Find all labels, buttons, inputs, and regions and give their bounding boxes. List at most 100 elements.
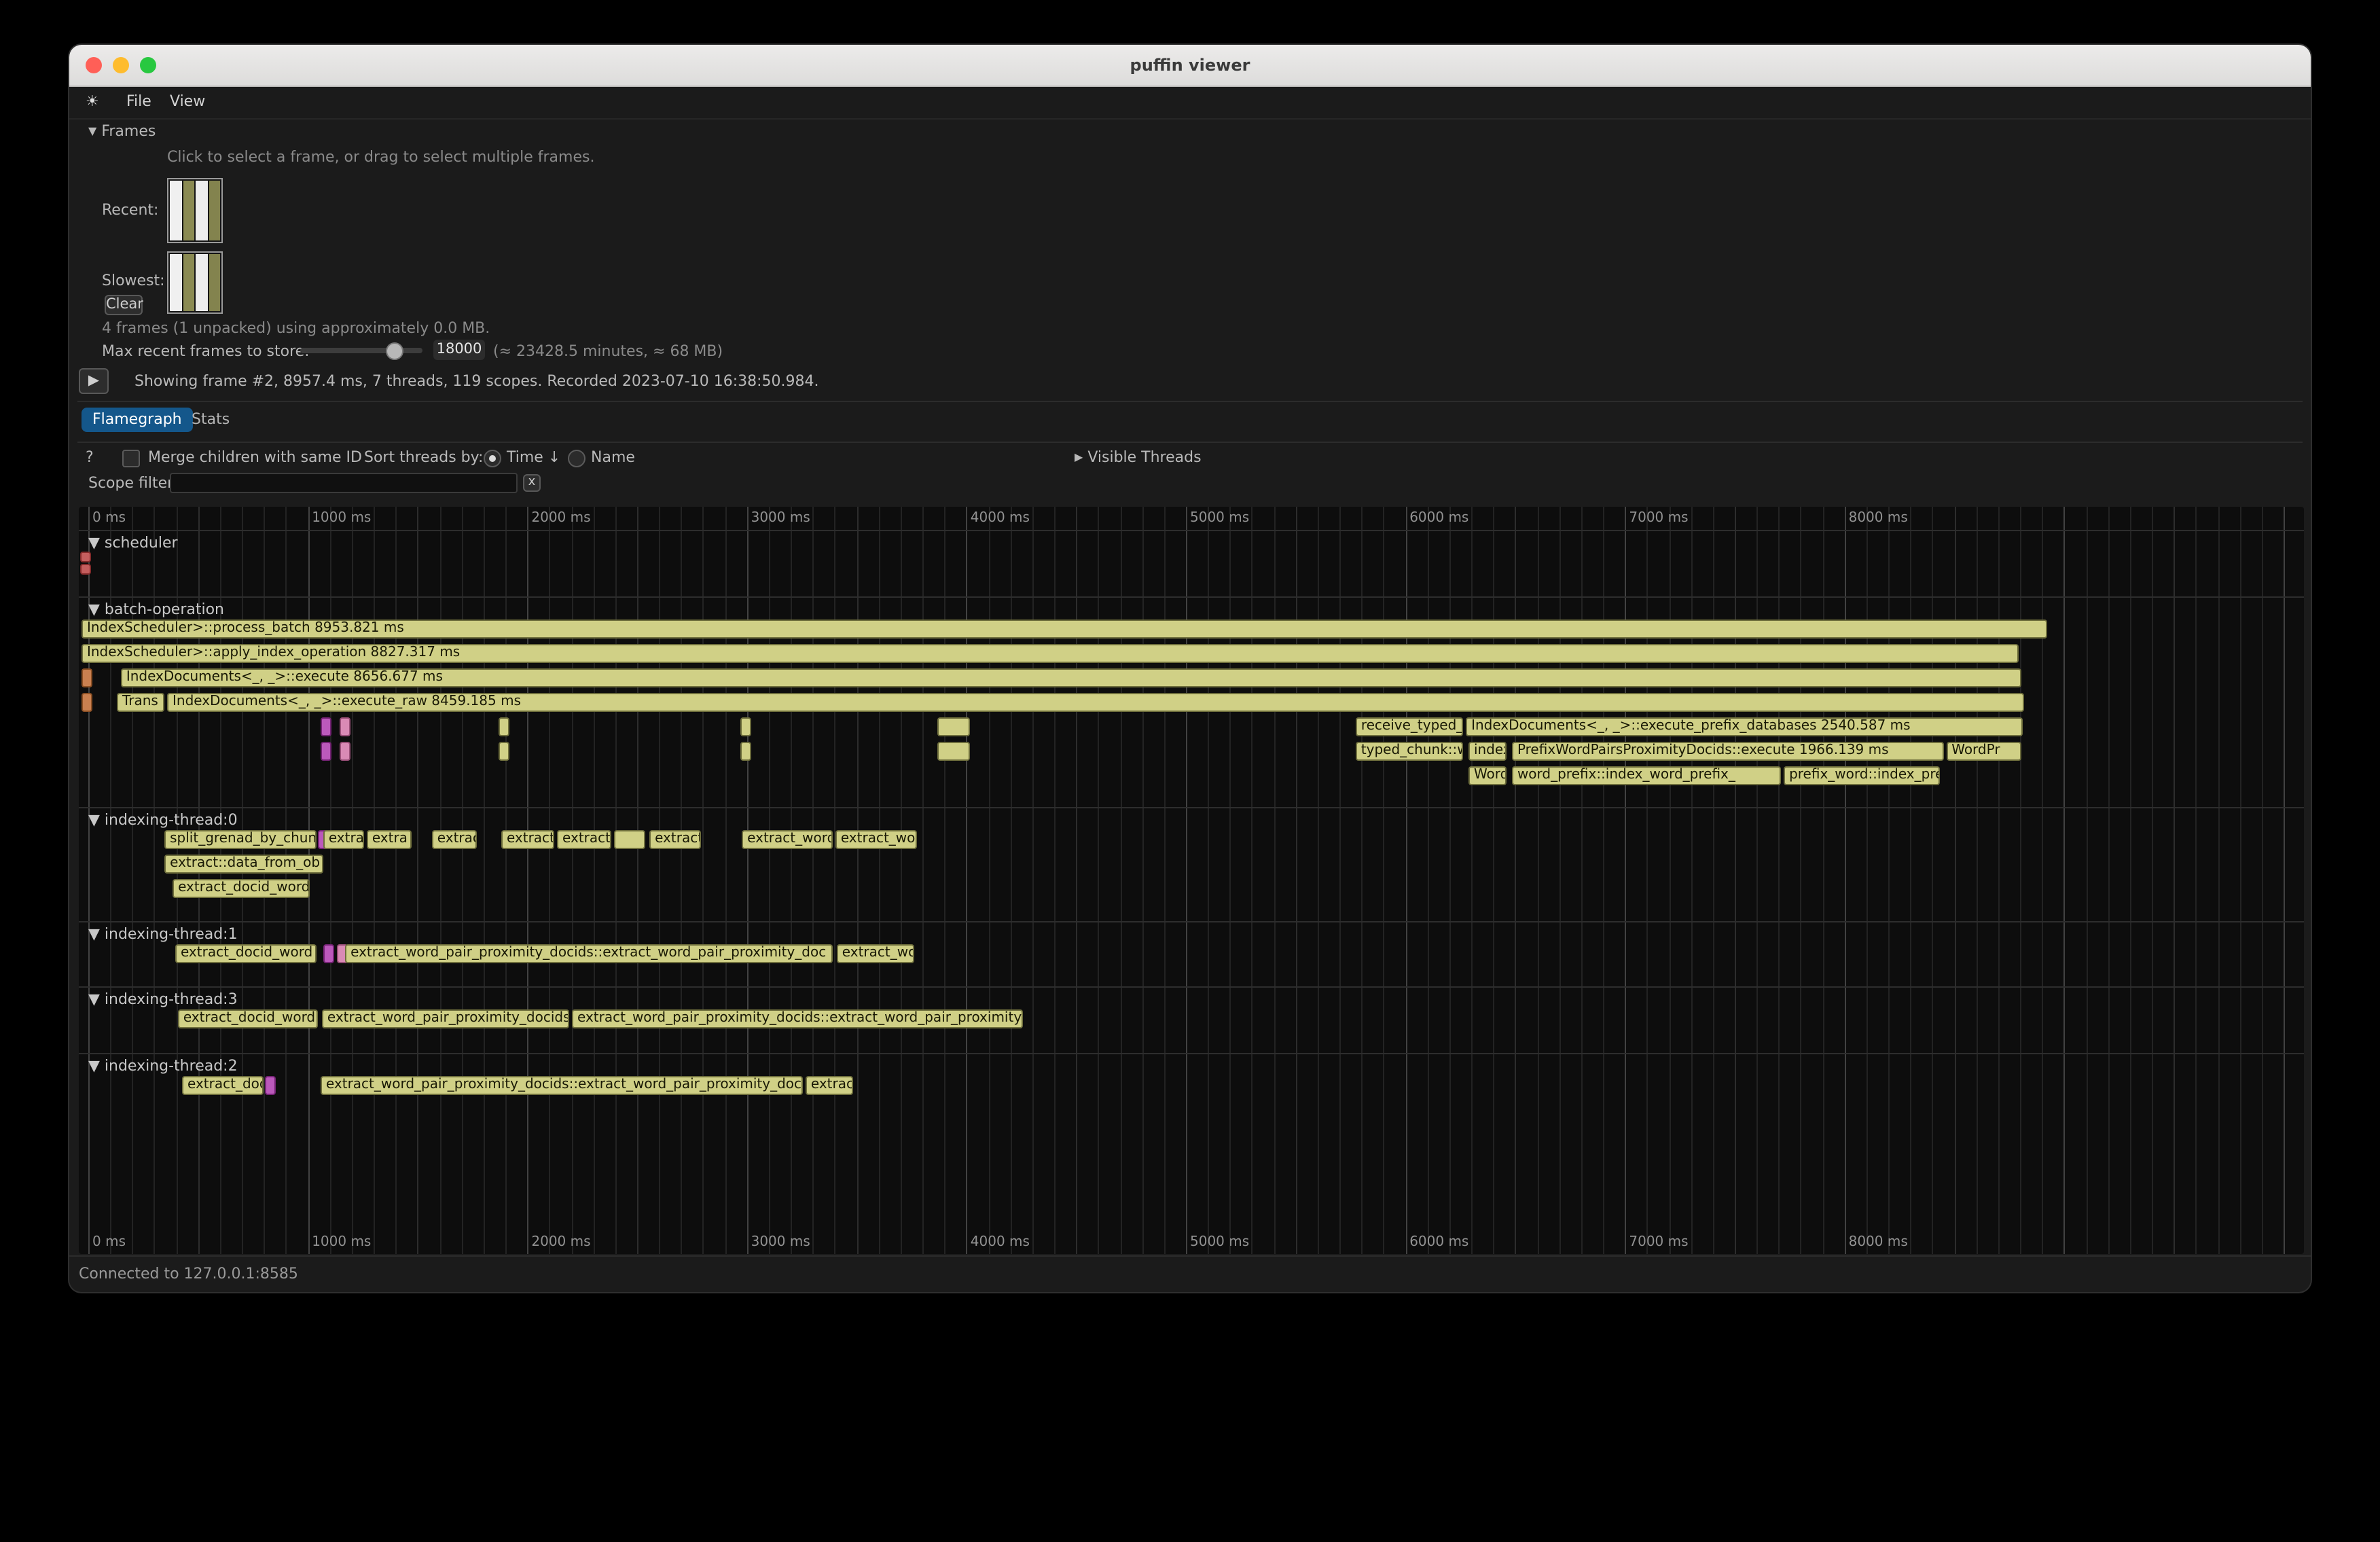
- scope-bar[interactable]: extract_wo: [835, 830, 917, 849]
- frame-stripe[interactable]: [183, 254, 194, 311]
- scope-bar[interactable]: [80, 552, 91, 562]
- gridline: [1954, 507, 1955, 1254]
- tab-flamegraph[interactable]: Flamegraph: [82, 408, 193, 432]
- scope-bar[interactable]: extrac: [432, 830, 477, 849]
- scope-bar[interactable]: extract_word_pair_proximity_docids::extr…: [572, 1009, 1023, 1028]
- sort-by-name-radio[interactable]: [568, 450, 585, 467]
- scope-bar[interactable]: receive_typed_: [1356, 717, 1463, 736]
- gridline: [1845, 507, 1846, 1254]
- scope-bar[interactable]: extract_wo: [837, 944, 914, 963]
- play-button[interactable]: ▶: [79, 368, 109, 394]
- scope-bar[interactable]: extract_: [557, 830, 611, 849]
- scope-bar[interactable]: [499, 717, 509, 736]
- thread-label[interactable]: ▼ indexing-thread:3: [88, 990, 238, 1008]
- visible-threads-collapser[interactable]: ▶ Visible Threads: [1075, 448, 1202, 466]
- gridline: [571, 507, 573, 1254]
- scope-bar[interactable]: word_prefix::index_word_prefix_: [1512, 766, 1781, 785]
- scope-bar[interactable]: [614, 830, 645, 849]
- scope-bar[interactable]: Word: [1468, 766, 1507, 785]
- frame-stripe[interactable]: [196, 254, 207, 311]
- scope-bar[interactable]: prefix_word::index_prefix_wo: [1784, 766, 1940, 785]
- frame-stripe[interactable]: [170, 181, 181, 240]
- scope-bar[interactable]: IndexDocuments<_, _>::execute_raw 8459.1…: [167, 693, 2024, 712]
- scope-filter-input[interactable]: [170, 473, 518, 493]
- scope-bar[interactable]: WordPr: [1946, 742, 2021, 761]
- slowest-frames-thumbnail[interactable]: [167, 251, 223, 314]
- time-tick-label: 6000 ms: [1409, 511, 1468, 526]
- gridline: [1252, 507, 1253, 1254]
- titlebar: puffin viewer: [69, 45, 2311, 87]
- scope-bar[interactable]: extract_: [501, 830, 554, 849]
- scope-bar[interactable]: [80, 564, 91, 575]
- scope-bar[interactable]: [740, 717, 751, 736]
- gridline: [154, 507, 156, 1254]
- frame-stripe[interactable]: [183, 181, 194, 240]
- sort-by-time-label[interactable]: Time ↓: [507, 448, 560, 466]
- max-frames-value[interactable]: 18000: [433, 340, 485, 360]
- scope-bar[interactable]: [937, 717, 970, 736]
- thread-separator: [79, 921, 2304, 922]
- thread-label[interactable]: ▼ indexing-thread:2: [88, 1057, 238, 1075]
- max-frames-slider-track[interactable]: [300, 348, 422, 353]
- scope-bar[interactable]: [265, 1076, 276, 1095]
- scope-bar[interactable]: [82, 693, 92, 712]
- scope-bar[interactable]: extract_docid_word: [175, 944, 317, 963]
- frames-section-header[interactable]: ▼ Frames: [88, 122, 156, 140]
- scope-bar[interactable]: Trans: [117, 693, 164, 712]
- scope-bar[interactable]: typed_chunk::w: [1356, 742, 1463, 761]
- help-button[interactable]: ?: [86, 448, 94, 466]
- scope-bar[interactable]: extract_docid_word: [178, 1009, 318, 1028]
- thread-label[interactable]: ▼ batch-operation: [88, 600, 224, 618]
- tab-stats[interactable]: Stats: [181, 408, 240, 432]
- scope-bar[interactable]: [340, 717, 350, 736]
- recent-frames-thumbnail[interactable]: [167, 178, 223, 243]
- thread-separator: [79, 986, 2304, 988]
- scope-bar[interactable]: extract: [649, 830, 701, 849]
- scope-bar[interactable]: extract_word_pair_proximity_docids::extr…: [321, 1076, 803, 1095]
- menu-view[interactable]: View: [170, 92, 205, 110]
- scope-bar[interactable]: index: [1468, 742, 1507, 761]
- scope-bar[interactable]: extract::data_from_ob: [164, 855, 323, 874]
- frame-stripe[interactable]: [170, 254, 181, 311]
- scope-bar[interactable]: extrac: [806, 1076, 853, 1095]
- scope-bar[interactable]: extract_word_pair_proximity_docids: [322, 1009, 569, 1028]
- scope-bar[interactable]: extra: [367, 830, 412, 849]
- gridline: [879, 507, 880, 1254]
- scope-bar[interactable]: split_grenad_by_chun: [164, 830, 317, 849]
- scope-bar[interactable]: extract_docid_word: [173, 879, 310, 898]
- frame-stripe[interactable]: [209, 181, 220, 240]
- scope-bar[interactable]: [340, 742, 350, 761]
- scope-bar[interactable]: IndexScheduler>::apply_index_operation 8…: [82, 644, 2019, 663]
- thread-label[interactable]: ▼ scheduler: [88, 534, 178, 552]
- menu-file[interactable]: File: [126, 92, 151, 110]
- scope-bar[interactable]: [321, 717, 331, 736]
- sort-by-name-label[interactable]: Name: [591, 448, 635, 466]
- max-frames-slider-knob[interactable]: [386, 342, 403, 360]
- flamegraph-canvas[interactable]: 0 ms0 ms1000 ms1000 ms2000 ms2000 ms3000…: [79, 507, 2304, 1254]
- merge-children-checkbox[interactable]: [122, 450, 140, 467]
- scope-bar[interactable]: extract_doc: [182, 1076, 264, 1095]
- scope-bar[interactable]: [323, 944, 334, 963]
- frame-stripe[interactable]: [209, 254, 220, 311]
- frame-stripe[interactable]: [196, 181, 207, 240]
- scope-filter-clear-button[interactable]: x: [523, 474, 541, 492]
- scope-bar[interactable]: IndexDocuments<_, _>::execute 8656.677 m…: [121, 668, 2021, 687]
- scope-bar[interactable]: [937, 742, 970, 761]
- max-frames-note: (≈ 23428.5 minutes, ≈ 68 MB): [493, 342, 723, 360]
- clear-button[interactable]: Clear: [105, 295, 143, 315]
- scope-bar[interactable]: extract: [323, 830, 364, 849]
- scope-bar[interactable]: extract_word: [742, 830, 833, 849]
- merge-children-label[interactable]: Merge children with same ID: [148, 448, 362, 466]
- scope-bar[interactable]: [321, 742, 331, 761]
- scope-bar[interactable]: [499, 742, 509, 761]
- scope-bar[interactable]: [82, 668, 92, 687]
- theme-toggle-icon[interactable]: ☀: [86, 92, 99, 110]
- scope-bar[interactable]: IndexDocuments<_, _>::execute_prefix_dat…: [1466, 717, 2023, 736]
- thread-label[interactable]: ▼ indexing-thread:0: [88, 811, 238, 829]
- scope-bar[interactable]: PrefixWordPairsProximityDocids::execute …: [1512, 742, 1943, 761]
- scope-bar[interactable]: extract_word_pair_proximity_docids::extr…: [345, 944, 833, 963]
- sort-by-time-radio[interactable]: [484, 450, 501, 467]
- scope-bar[interactable]: [740, 742, 751, 761]
- scope-bar[interactable]: IndexScheduler>::process_batch 8953.821 …: [82, 620, 2047, 639]
- thread-label[interactable]: ▼ indexing-thread:1: [88, 925, 238, 943]
